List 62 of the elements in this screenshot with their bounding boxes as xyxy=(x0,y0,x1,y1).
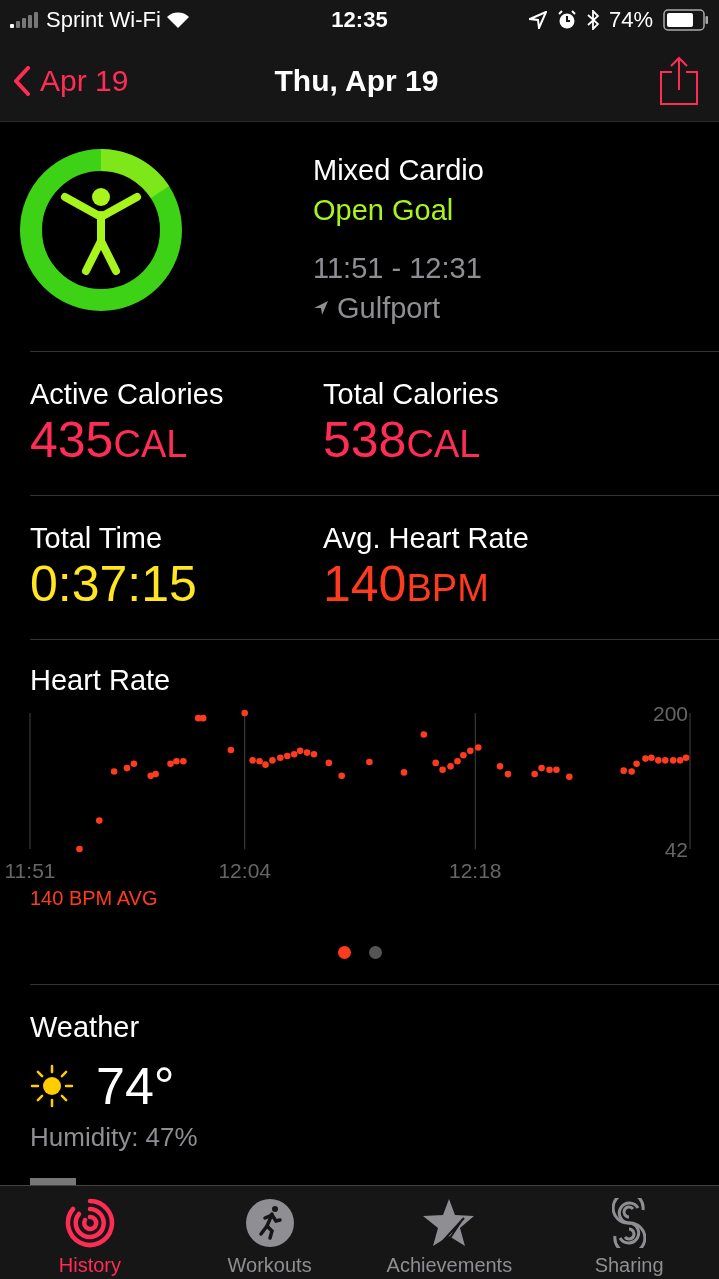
running-figure-icon xyxy=(244,1198,295,1248)
heart-rate-point xyxy=(76,845,83,853)
metric-value: 538 xyxy=(323,411,407,469)
location-arrow-icon xyxy=(313,300,329,316)
metric-value: 140 xyxy=(323,555,407,613)
sun-icon xyxy=(30,1064,74,1108)
tab-bar-item[interactable]: Workouts xyxy=(179,1186,360,1279)
activity-rings-icon xyxy=(64,1198,115,1248)
bluetooth-icon xyxy=(586,10,599,30)
heart-rate-point xyxy=(400,769,408,776)
temperature: 74° xyxy=(96,1056,175,1116)
average-heart-rate: 140 BPM AVG xyxy=(30,887,158,910)
axis-tick-label: 12:04 xyxy=(218,859,271,882)
metric-label: Avg. Heart Rate xyxy=(323,522,529,555)
metric-unit: BPM xyxy=(406,567,489,610)
battery-icon xyxy=(663,9,709,31)
heart-rate-point xyxy=(241,709,248,717)
workout-time-range: 11:51 - 12:31 xyxy=(313,251,483,286)
heart-rate-point xyxy=(325,759,333,767)
chevron-left-icon xyxy=(14,65,30,96)
metric-value: 0:37:15 xyxy=(30,555,197,613)
activity-ring-figure-icon xyxy=(20,149,182,311)
axis-tick-label: 12:18 xyxy=(449,859,502,882)
carrier-name: Sprint Wi-Fi xyxy=(46,7,161,33)
humidity: Humidity: 47% xyxy=(30,1122,198,1153)
location-arrow-icon xyxy=(528,11,547,29)
heart-rate-point xyxy=(110,768,118,775)
nav-title: Thu, Apr 19 xyxy=(274,63,439,97)
metric-unit: CAL xyxy=(406,423,481,466)
heart-rate-point xyxy=(566,773,573,780)
page-dot[interactable] xyxy=(337,946,351,959)
heart-rate-point xyxy=(227,746,235,754)
axis-tick-label: 42 xyxy=(664,837,688,861)
wifi-icon xyxy=(166,12,189,28)
alarm-clock-icon xyxy=(556,10,577,30)
metric-label: Active Calories xyxy=(30,378,224,411)
page-dot[interactable] xyxy=(368,946,382,959)
metric-label: Total Calories xyxy=(323,378,499,411)
heart-rate-point xyxy=(366,758,373,766)
share-icon[interactable] xyxy=(659,55,699,106)
workout-location: Gulfport xyxy=(337,291,441,326)
metric-unit: CAL xyxy=(113,423,188,466)
tab-bar-item[interactable]: Sharing xyxy=(539,1186,719,1279)
axis-tick-label: 11:51 xyxy=(4,859,56,882)
workout-name: Mixed Cardio xyxy=(313,153,484,188)
metric-value: 435 xyxy=(30,411,114,469)
section-title: Weather xyxy=(30,1011,140,1044)
tab-bar-item[interactable]: Achievements xyxy=(359,1186,540,1279)
section-title: Heart Rate xyxy=(30,664,171,697)
scroll-indicator xyxy=(30,1178,76,1185)
axis-tick-label: 200 xyxy=(652,701,688,725)
status-time: 12:35 xyxy=(331,7,388,33)
heart-rate-point xyxy=(338,772,345,780)
heart-rate-point xyxy=(420,731,428,738)
battery-percent: 74% xyxy=(608,7,653,33)
metric-label: Total Time xyxy=(30,522,163,555)
sharing-loops-icon xyxy=(612,1198,647,1248)
signal-icon xyxy=(10,12,40,28)
back-button[interactable]: Apr 19 xyxy=(14,63,214,98)
tab-bar-item[interactable]: History xyxy=(0,1186,180,1279)
heart-rate-point xyxy=(95,817,103,824)
workout-goal: Open Goal xyxy=(313,193,455,228)
